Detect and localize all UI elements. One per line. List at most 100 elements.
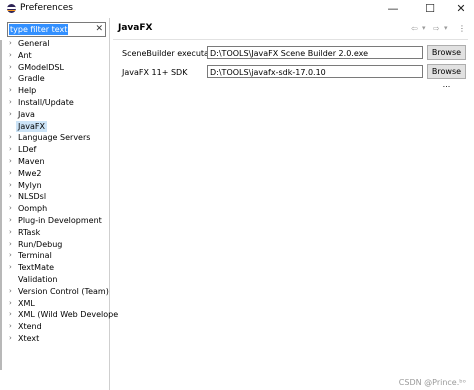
tree-item[interactable]: › Xtend <box>9 321 109 332</box>
expand-chevron-icon[interactable]: › <box>9 215 17 226</box>
tree-item[interactable]: › LDef <box>9 144 109 155</box>
tree-item-label: GModelDSL <box>18 62 64 72</box>
tree-item-label: Validation <box>18 275 58 284</box>
expand-chevron-icon[interactable]: › <box>9 97 17 108</box>
tree-item[interactable]: › Plug-in Development <box>9 215 109 226</box>
tree-item[interactable]: › Mylyn <box>9 180 109 191</box>
expand-chevron-icon[interactable]: › <box>9 286 17 297</box>
tree-item-label: Help <box>18 86 37 96</box>
back-arrow-icon[interactable]: ⇦ <box>411 24 418 33</box>
expand-chevron-icon[interactable]: › <box>9 227 17 238</box>
sdk-path-field[interactable]: D:\TOOLS\javafx-sdk-17.0.10 <box>207 65 423 78</box>
close-button[interactable]: ✕ <box>448 0 474 18</box>
expand-chevron-icon[interactable]: › <box>9 250 17 261</box>
tree-item[interactable]: Validation <box>9 274 109 285</box>
tree-item-label: Install/Update <box>18 98 74 107</box>
left-edge <box>0 40 2 370</box>
header-divider <box>113 39 468 40</box>
tree-item-label: NLSDsl <box>18 192 47 202</box>
tree-item[interactable]: JavaFX <box>9 120 109 132</box>
tree-item[interactable]: › Oomph <box>9 203 109 214</box>
filter-input-text[interactable]: type filter text <box>9 24 69 35</box>
tree-item-label: Xtend <box>18 322 42 332</box>
tree-item-label: Language Servers <box>18 133 91 143</box>
tree-item[interactable]: › Ant <box>9 50 109 61</box>
expand-chevron-icon[interactable]: › <box>9 239 17 250</box>
tree-item[interactable]: › XML <box>9 298 109 309</box>
tree-item[interactable]: › Maven <box>9 156 109 167</box>
expand-chevron-icon[interactable]: › <box>9 191 17 202</box>
expand-chevron-icon[interactable]: › <box>9 298 17 309</box>
tree-item[interactable]: › GModelDSL <box>9 62 109 73</box>
tree-item[interactable]: › TextMate <box>9 262 109 273</box>
expand-chevron-icon[interactable]: › <box>9 168 17 179</box>
tree-item[interactable]: › Help <box>9 85 109 96</box>
forward-menu-chevron-icon[interactable]: ▾ <box>444 24 448 32</box>
expand-chevron-icon[interactable]: › <box>9 85 17 96</box>
tree-item[interactable]: › RTask <box>9 227 109 238</box>
expand-chevron-icon[interactable]: › <box>9 309 17 320</box>
tree-item-label: TextMate <box>18 263 55 273</box>
tree-item-label: Terminal <box>18 251 52 261</box>
tree-item[interactable]: › Install/Update <box>9 97 109 108</box>
tree-item[interactable]: › Xtext <box>9 333 109 344</box>
filter-input[interactable]: type filter text ✕ <box>7 22 106 37</box>
tree-item-label: JavaFX <box>16 120 47 132</box>
view-menu-icon[interactable]: ⋮ <box>458 24 466 33</box>
maximize-button[interactable]: ☐ <box>417 0 443 18</box>
tree-item-label: Run/Debug <box>18 239 63 249</box>
expand-chevron-icon[interactable]: › <box>9 144 17 155</box>
tree-item-label: Gradle <box>18 74 45 84</box>
tree-item-label: Mwe2 <box>18 168 42 178</box>
expand-chevron-icon[interactable]: › <box>9 132 17 143</box>
tree-item-label: Maven <box>18 157 45 166</box>
tree-item[interactable]: › Run/Debug <box>9 239 109 250</box>
minimize-button[interactable]: — <box>380 0 406 18</box>
tree-item[interactable]: › Language Servers <box>9 132 109 143</box>
expand-chevron-icon[interactable]: › <box>9 333 17 344</box>
tree-item-label: LDef <box>18 145 37 155</box>
clear-filter-icon[interactable]: ✕ <box>95 23 103 36</box>
expand-chevron-icon[interactable]: › <box>9 62 17 73</box>
page-title: JavaFX <box>118 23 153 33</box>
scenebuilder-path-field[interactable]: D:\TOOLS\JavaFX Scene Builder 2.0.exe <box>207 46 423 59</box>
tree-item[interactable]: › Gradle <box>9 73 109 84</box>
watermark: CSDN @Prince.ᵇᵒ <box>398 378 466 387</box>
tree-item-label: Oomph <box>18 204 48 214</box>
forward-arrow-icon[interactable]: ⇨ <box>433 24 440 33</box>
pane-divider[interactable] <box>109 18 110 390</box>
back-menu-chevron-icon[interactable]: ▾ <box>422 24 426 32</box>
tree-item-label: Mylyn <box>18 180 42 190</box>
expand-chevron-icon[interactable]: › <box>9 156 17 167</box>
sdk-label: JavaFX 11+ SDK <box>122 68 188 77</box>
sdk-browse-button[interactable]: Browse ... <box>427 64 466 89</box>
expand-chevron-icon[interactable]: › <box>9 50 17 61</box>
expand-chevron-icon[interactable]: › <box>9 38 17 49</box>
tree-item-label: RTask <box>18 227 41 237</box>
expand-chevron-icon[interactable]: › <box>9 73 17 84</box>
tree-item[interactable]: › Version Control (Team) <box>9 286 109 297</box>
tree-item-label: Plug-in Development <box>18 216 102 225</box>
tree-item[interactable]: › Terminal <box>9 250 109 261</box>
scenebuilder-browse-button[interactable]: Browse ... <box>427 45 466 70</box>
tree-item-label: XML (Wild Web Develope <box>18 310 119 320</box>
eclipse-icon <box>7 4 16 13</box>
tree-item-label: Version Control (Team) <box>18 286 109 296</box>
title-bar: Preferences — ☐ ✕ <box>0 0 474 18</box>
expand-chevron-icon[interactable]: › <box>9 203 17 214</box>
tree-item[interactable]: › Mwe2 <box>9 168 109 179</box>
tree-item-label: XML <box>18 298 35 308</box>
tree-item-label: Java <box>18 109 35 119</box>
tree-item-label: General <box>18 39 50 48</box>
tree-item-label: Xtext <box>18 334 40 343</box>
expand-chevron-icon[interactable]: › <box>9 321 17 332</box>
window-title: Preferences <box>20 3 73 13</box>
expand-chevron-icon[interactable]: › <box>9 262 17 273</box>
tree-item[interactable]: › XML (Wild Web Develope <box>9 309 118 320</box>
expand-chevron-icon[interactable]: › <box>9 180 17 191</box>
expand-chevron-icon[interactable]: › <box>9 109 17 120</box>
tree-item[interactable]: › Java <box>9 109 109 120</box>
tree-item[interactable]: › General <box>9 38 109 49</box>
tree-item-label: Ant <box>18 50 32 60</box>
tree-item[interactable]: › NLSDsl <box>9 191 109 202</box>
